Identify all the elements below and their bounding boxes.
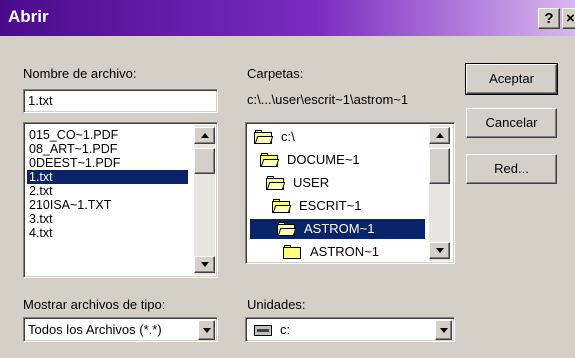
file-type-select[interactable]: Todos los Archivos (*.*) bbox=[23, 317, 218, 342]
drive-dropdown-button[interactable] bbox=[435, 320, 452, 340]
filename-value: 1.txt bbox=[28, 93, 53, 108]
list-item[interactable]: 1.txt bbox=[27, 170, 188, 184]
scroll-down-button[interactable] bbox=[194, 256, 215, 273]
folder-item[interactable]: ASTRON~1 bbox=[283, 242, 382, 262]
folder-item[interactable]: ESCRIT~1 bbox=[272, 196, 365, 216]
folder-item[interactable]: DOCUME~1 bbox=[260, 150, 363, 170]
open-folder-icon bbox=[272, 199, 292, 213]
scroll-up-button[interactable] bbox=[429, 127, 450, 144]
drive-icon bbox=[254, 325, 272, 337]
list-item[interactable]: 0DEEST~1.PDF bbox=[27, 156, 122, 170]
folder-item[interactable]: USER bbox=[266, 173, 332, 193]
list-item[interactable]: 2.txt bbox=[27, 184, 55, 198]
scroll-thumb[interactable] bbox=[429, 148, 450, 184]
list-item[interactable]: 08_ART~1.PDF bbox=[27, 142, 119, 156]
folder-tree-scrollbar[interactable] bbox=[429, 125, 450, 261]
open-folder-icon bbox=[277, 222, 297, 236]
chevron-down-icon bbox=[202, 327, 211, 333]
cancel-button[interactable]: Cancelar bbox=[466, 108, 557, 138]
arrow-down-icon bbox=[435, 248, 444, 253]
file-type-label: Mostrar archivos de tipo: bbox=[23, 297, 166, 312]
filename-input[interactable]: 1.txt bbox=[23, 89, 218, 113]
list-item[interactable]: 3.txt bbox=[27, 212, 55, 226]
folders-label: Carpetas: bbox=[247, 66, 304, 81]
folder-item[interactable]: c:\ bbox=[254, 127, 298, 147]
drive-value: c: bbox=[280, 322, 291, 337]
list-item[interactable]: 210ISA~1.TXT bbox=[27, 198, 113, 212]
folder-tree[interactable]: c:\ DOCUME~1 USER ESCRIT~1 ASTROM~1 ASTR… bbox=[245, 122, 455, 264]
scroll-down-button[interactable] bbox=[429, 242, 450, 259]
open-folder-icon bbox=[254, 130, 274, 144]
accept-button[interactable]: Aceptar bbox=[465, 63, 558, 95]
network-button[interactable]: Red... bbox=[466, 154, 557, 184]
arrow-up-icon bbox=[435, 133, 444, 138]
close-button[interactable]: × bbox=[562, 8, 575, 29]
current-path: c:\...\user\escrit~1\astrom~1 bbox=[247, 92, 409, 107]
help-button[interactable]: ? bbox=[538, 8, 560, 29]
file-list-scrollbar[interactable] bbox=[194, 125, 215, 275]
window-title: Abrir bbox=[8, 7, 49, 26]
chevron-down-icon bbox=[439, 327, 448, 333]
file-type-dropdown-button[interactable] bbox=[198, 320, 215, 340]
list-item[interactable]: 015_CO~1.PDF bbox=[27, 128, 120, 142]
open-folder-icon bbox=[266, 176, 286, 190]
open-folder-icon bbox=[260, 153, 280, 167]
list-item[interactable]: 4.txt bbox=[27, 226, 55, 240]
scroll-thumb[interactable] bbox=[194, 148, 215, 174]
arrow-down-icon bbox=[200, 262, 209, 267]
folder-icon bbox=[283, 245, 302, 259]
drives-label: Unidades: bbox=[247, 297, 306, 312]
arrow-up-icon bbox=[200, 133, 209, 138]
title-bar: Abrir ? × bbox=[0, 0, 575, 36]
folder-item[interactable]: ASTROM~1 bbox=[250, 219, 425, 239]
file-list[interactable]: 015_CO~1.PDF 08_ART~1.PDF 0DEEST~1.PDF 1… bbox=[23, 122, 218, 278]
filename-label: Nombre de archivo: bbox=[23, 66, 137, 81]
drive-select[interactable]: c: bbox=[245, 317, 455, 342]
drive-value-wrapper: c: bbox=[254, 322, 290, 337]
scroll-up-button[interactable] bbox=[194, 127, 215, 144]
file-type-value: Todos los Archivos (*.*) bbox=[28, 322, 162, 337]
